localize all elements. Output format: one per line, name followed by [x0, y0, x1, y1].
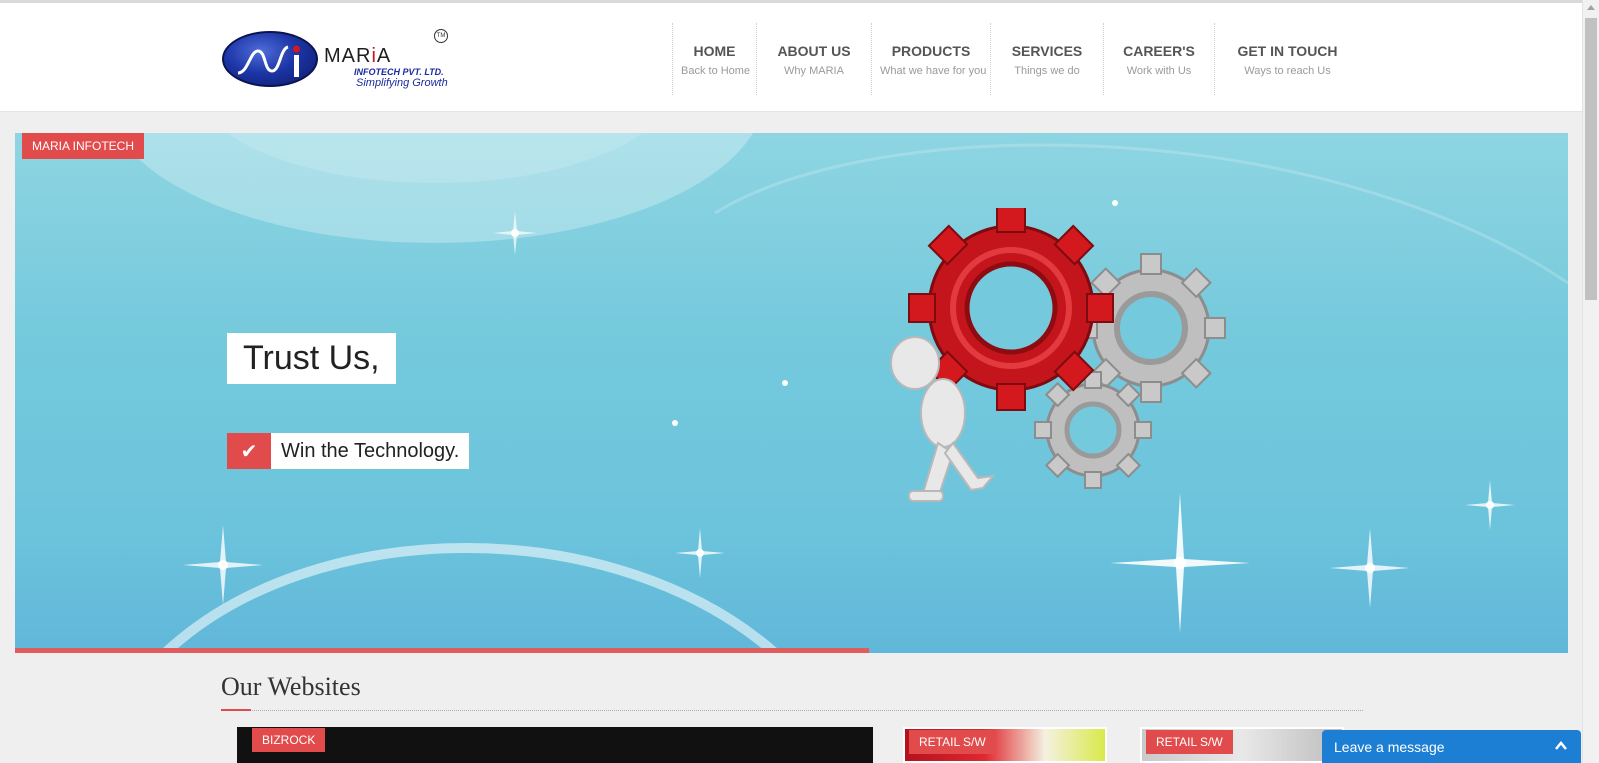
nav-item-services[interactable]: SERVICES Things we do [990, 23, 1103, 95]
card-badge: RETAIL S/W [909, 730, 996, 754]
logo-tagline: Simplifying Growth [356, 77, 448, 89]
nav-title: GET IN TOUCH [1237, 43, 1338, 59]
nav-item-get-in-touch[interactable]: GET IN TOUCH Ways to reach Us [1214, 23, 1360, 95]
section-title-our-websites: Our Websites [221, 672, 361, 701]
logo-subtitle: INFOTECH PVT. LTD. [354, 67, 444, 77]
check-icon: ✔ [227, 433, 271, 469]
section-accent-line [221, 709, 251, 711]
banner-badge: MARIA INFOTECH [22, 133, 145, 159]
logo-name: MARiA [324, 45, 392, 67]
hero-subline: ✔ Win the Technology. [227, 433, 470, 469]
nav-title: HOME [693, 43, 736, 59]
nav-title: CAREER'S [1123, 43, 1195, 59]
banner-background-art [116, 133, 1568, 653]
website-card-bizrock[interactable]: BIZROCK [237, 727, 873, 763]
nav-title: ABOUT US [777, 43, 851, 59]
chat-label: Leave a message [1334, 739, 1445, 755]
card-badge: BIZROCK [252, 728, 326, 752]
nav-title: PRODUCTS [891, 43, 971, 59]
nav-item-careers[interactable]: CAREER'S Work with Us [1103, 23, 1214, 95]
logo-name-accent: i [371, 45, 377, 67]
main-nav: HOME Back to Home ABOUT US Why MARIA PRO… [672, 23, 1360, 95]
card-badge: RETAIL S/W [1146, 730, 1233, 754]
scroll-thumb[interactable] [1585, 18, 1597, 300]
nav-subtitle: Back to Home [681, 65, 751, 77]
website-card-retail-2[interactable]: RETAIL S/W [1140, 727, 1344, 763]
nav-subtitle: Ways to reach Us [1244, 65, 1331, 77]
nav-subtitle: Work with Us [1126, 65, 1192, 77]
hero-subline-text: Win the Technology. [281, 439, 460, 462]
nav-item-about-us[interactable]: ABOUT US Why MARIA [756, 23, 871, 95]
logo-wave-icon [237, 45, 300, 77]
site-header: MARiA INFOTECH PVT. LTD. Simplifying Gro… [0, 3, 1582, 112]
scroll-up-arrow-icon[interactable] [1587, 5, 1595, 10]
nav-item-products[interactable]: PRODUCTS What we have for you [871, 23, 990, 95]
logo-oval-icon [222, 31, 318, 87]
gears-illustration [890, 208, 1226, 502]
slide-progress-bar [15, 648, 1568, 653]
chevron-up-icon[interactable] [1553, 738, 1569, 754]
hero-headline: Trust Us, [227, 333, 396, 384]
nav-subtitle: Things we do [1014, 65, 1080, 77]
section-divider [221, 710, 1363, 711]
trademark-symbol: TM [434, 29, 448, 43]
nav-subtitle: Why MARIA [784, 65, 844, 77]
hero-slider[interactable]: MARIA INFOTECH Trust Us, ✔ Win the Techn… [15, 133, 1568, 653]
leave-message-chat-widget[interactable]: Leave a message [1322, 730, 1581, 763]
nav-item-home[interactable]: HOME Back to Home [672, 23, 756, 95]
slide-progress-fill [15, 648, 870, 653]
nav-title: SERVICES [1011, 43, 1083, 59]
maria-logo[interactable]: MARiA INFOTECH PVT. LTD. Simplifying Gro… [222, 25, 452, 95]
page-scrollbar[interactable] [1582, 0, 1599, 763]
nav-subtitle: What we have for you [880, 65, 987, 77]
website-card-retail-1[interactable]: RETAIL S/W [903, 727, 1107, 763]
